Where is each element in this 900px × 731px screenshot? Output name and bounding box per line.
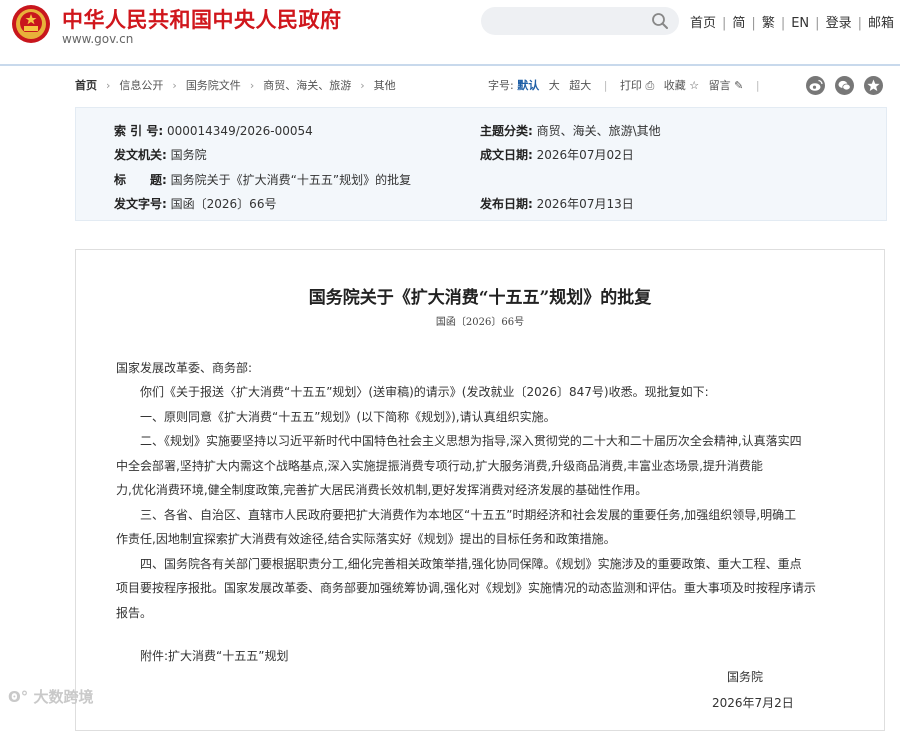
star-icon[interactable]: ☆ xyxy=(689,79,699,92)
meta-topic-key: 主题分类: xyxy=(480,124,533,138)
divider: | xyxy=(722,16,727,31)
meta-issuer-row: 发文机关: 国务院 xyxy=(114,146,207,163)
nav-english-link[interactable]: EN xyxy=(791,16,809,31)
font-xlarge-button[interactable]: 超大 xyxy=(569,79,591,92)
page-toolbar: 字号: 默认 大 超大 | 打印 ⎙ 收藏 ☆ 留言 ✎ | xyxy=(488,77,769,93)
collect-star-icon[interactable] xyxy=(864,76,883,95)
favorite-button[interactable]: 收藏 xyxy=(664,79,686,92)
watermark-text: 大数跨境 xyxy=(33,688,94,706)
article-line: 你们《关于报送〈扩大消费“十五五”规划〉(送审稿)的请示》(发改就业〔2026〕… xyxy=(116,385,709,399)
watermark-logo: ʘ° 大数跨境 xyxy=(8,686,94,707)
nav-traditional-link[interactable]: 繁 xyxy=(762,16,775,31)
article-line: 一、原则同意《扩大消费“十五五”规划》(以下简称《规划》),请认真组织实施。 xyxy=(116,410,556,424)
divider: | xyxy=(815,16,820,31)
meta-docno-row: 发文字号: 国函〔2026〕66号 xyxy=(114,195,276,212)
article-line: 中全会部署,坚持扩大内需这个战略基点,深入实施提振消费专项行动,扩大服务消费,升… xyxy=(116,459,763,473)
meta-pubdate-key: 发布日期: xyxy=(480,197,533,211)
article-line: 二、《规划》实施要坚持以习近平新时代中国特色社会主义思想为指导,深入贯彻党的二十… xyxy=(116,434,802,448)
article-body: 国务院关于《扩大消费“十五五”规划》的批复 国函〔2026〕66号 国家发展改革… xyxy=(75,249,885,731)
divider: | xyxy=(857,16,862,31)
watermark-icon: ʘ° xyxy=(8,688,29,706)
meta-issuer-key: 发文机关: xyxy=(114,148,167,162)
print-button[interactable]: 打印 xyxy=(620,79,642,92)
nav-simplified-link[interactable]: 简 xyxy=(732,16,745,31)
breadcrumb-arrow-icon: › xyxy=(360,79,365,92)
site-title[interactable]: 中华人民共和国中央人民政府 xyxy=(62,4,342,34)
meta-topic-row: 主题分类: 商贸、海关、旅游\其他 xyxy=(480,122,661,139)
font-default-button[interactable]: 默认 xyxy=(517,79,539,92)
meta-pubdate-value: 2026年07月13日 xyxy=(536,197,634,211)
site-header: 中华人民共和国中央人民政府 www.gov.cn 首页 | 简 | 繁 | EN | 登录 | 邮箱 xyxy=(0,0,900,64)
header-divider xyxy=(0,64,900,66)
nav-home-link[interactable]: 首页 xyxy=(690,16,716,31)
meta-index-value: 000014349/2026-00054 xyxy=(166,124,313,138)
wechat-share-icon[interactable] xyxy=(835,76,854,95)
document-metadata-panel: 索 引 号: 000014349/2026-00054 主题分类: 商贸、海关、… xyxy=(75,107,887,221)
search-icon[interactable] xyxy=(651,12,669,30)
breadcrumb-arrow-icon: › xyxy=(172,79,177,92)
font-size-label: 字号: xyxy=(488,79,514,92)
meta-index-row: 索 引 号: 000014349/2026-00054 xyxy=(114,122,313,139)
article-line: 国家发展改革委、商务部: xyxy=(116,361,253,375)
weibo-share-icon[interactable] xyxy=(806,76,825,95)
breadcrumb-info-public[interactable]: 信息公开 xyxy=(119,79,163,92)
meta-docno-value: 国函〔2026〕66号 xyxy=(170,197,277,211)
meta-pubdate-row: 发布日期: 2026年07月13日 xyxy=(480,195,634,212)
breadcrumb-trade-customs-tourism[interactable]: 商贸、海关、旅游 xyxy=(263,79,351,92)
article-line: 报告。 xyxy=(116,606,153,620)
article-line: 力,优化消费环境,健全制度政策,完善扩大居民消费长效机制,更好发挥消费对经济发展… xyxy=(116,483,648,497)
font-large-button[interactable]: 大 xyxy=(549,79,560,92)
comment-button[interactable]: 留言 xyxy=(709,79,731,92)
divider: | xyxy=(780,16,786,31)
breadcrumb-home[interactable]: 首页 xyxy=(75,79,97,92)
site-url[interactable]: www.gov.cn xyxy=(62,32,133,46)
pencil-icon[interactable]: ✎ xyxy=(734,79,743,92)
article-line: 作责任,因地制宜探索扩大消费有效途径,结合实际落实好《规划》提出的目标任务和政策… xyxy=(116,532,616,546)
nav-mail-link[interactable]: 邮箱 xyxy=(868,16,894,31)
meta-issuer-value: 国务院 xyxy=(170,148,207,162)
divider: | xyxy=(751,16,756,31)
sign-date: 2026年7月2日 xyxy=(712,696,794,710)
print-icon[interactable]: ⎙ xyxy=(645,79,654,92)
meta-title-key: 标 题: xyxy=(114,173,167,187)
article-line: 项目要按程序报批。国家发展改革委、商务部要加强统筹协调,强化对《规划》实施情况的… xyxy=(116,581,816,595)
breadcrumb-state-council-docs[interactable]: 国务院文件 xyxy=(186,79,241,92)
top-nav-links: 首页 | 简 | 繁 | EN | 登录 | 邮箱 xyxy=(690,12,894,31)
article-line: 四、国务院各有关部门要根据职责分工,细化完善相关政策举措,强化协同保障。《规划》… xyxy=(116,557,802,571)
breadcrumb-arrow-icon: › xyxy=(106,79,111,92)
meta-title-value: 国务院关于《扩大消费“十五五”规划》的批复 xyxy=(170,173,412,187)
meta-date-row: 成文日期: 2026年07月02日 xyxy=(480,146,634,163)
article-doc-number: 国函〔2026〕66号 xyxy=(435,317,525,328)
meta-topic-value: 商贸、海关、旅游\其他 xyxy=(536,124,661,138)
signer: 国务院 xyxy=(727,670,764,684)
meta-title-row: 标 题: 国务院关于《扩大消费“十五五”规划》的批复 xyxy=(114,171,411,188)
breadcrumb-arrow-icon: › xyxy=(249,79,255,92)
search-input[interactable] xyxy=(481,7,679,35)
divider: | xyxy=(603,79,608,92)
breadcrumb-other[interactable]: 其他 xyxy=(374,79,396,92)
national-emblem-icon[interactable] xyxy=(11,4,51,44)
article-title: 国务院关于《扩大消费“十五五”规划》的批复 xyxy=(308,288,652,308)
meta-date-key: 成文日期: xyxy=(480,148,533,162)
meta-date-value: 2026年07月02日 xyxy=(536,148,634,162)
divider: | xyxy=(755,79,760,92)
nav-login-link[interactable]: 登录 xyxy=(826,16,852,31)
attachment-link[interactable]: 附件:扩大消费“十五五”规划 xyxy=(116,644,844,669)
article-line: 三、各省、自治区、直辖市人民政府要把扩大消费作为本地区“十五五”时期经济和社会发… xyxy=(116,508,797,522)
meta-docno-key: 发文字号: xyxy=(114,197,167,211)
meta-index-key: 索 引 号: xyxy=(114,124,164,138)
